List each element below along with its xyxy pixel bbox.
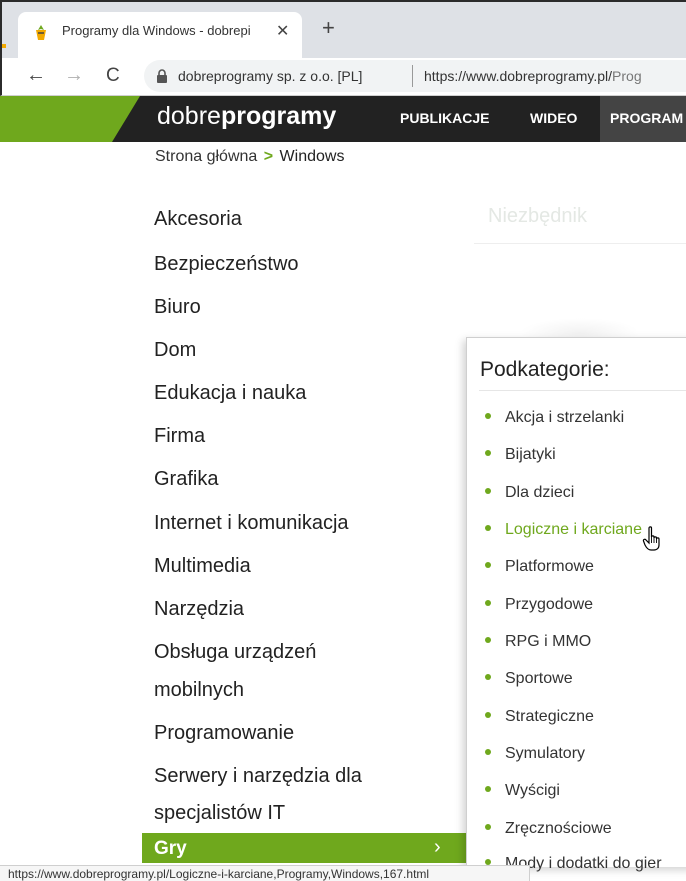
nav-publikacje[interactable]: PUBLIKACJE [400, 110, 489, 126]
category-item-continued[interactable]: mobilnych [154, 674, 244, 706]
logo-bold: programy [220, 102, 337, 130]
lock-icon [157, 69, 167, 83]
address-bar[interactable]: dobreprogramy sp. z o.o. [PL] https://ww… [144, 60, 686, 92]
subcategory-label: Strategiczne [505, 708, 594, 725]
category-item[interactable]: Internet i komunikacja [154, 507, 349, 539]
subcategory-label: Przygodowe [505, 596, 594, 613]
category-item[interactable]: Edukacja i nauka [154, 377, 306, 409]
side-box-title: Niezbędnik [488, 205, 587, 227]
subcategory-item[interactable]: RPG i MMO [485, 632, 591, 652]
breadcrumb-current[interactable]: Windows [280, 148, 345, 165]
browser-tabstrip: Programy dla Windows - dobrepi ✕ + [0, 0, 686, 60]
category-item-active[interactable]: Gry › [142, 833, 466, 863]
subcategory-item-hovered[interactable]: Logiczne i karciane [485, 520, 642, 540]
forward-button[interactable]: → [64, 64, 84, 87]
bullet-icon [485, 487, 491, 494]
bullet-icon [485, 449, 491, 456]
subcategory-item[interactable]: Sportowe [485, 669, 573, 689]
back-button[interactable]: ← [26, 64, 46, 87]
brand-accent [0, 96, 140, 142]
chevron-right-icon: › [434, 836, 441, 858]
subcategory-label: Akcja i strzelanki [505, 409, 625, 426]
new-tab-button[interactable]: + [322, 15, 335, 41]
category-item[interactable]: Grafika [154, 463, 218, 495]
subcategory-item[interactable]: Platformowe [485, 557, 594, 577]
category-item[interactable]: Biuro [154, 291, 201, 323]
bullet-icon [485, 673, 491, 680]
category-item[interactable]: Narzędzia [154, 593, 244, 625]
bullet-icon [485, 711, 491, 718]
subcategory-label: Wyścigi [505, 782, 560, 799]
favicon-icon [36, 25, 46, 40]
subcategory-label: RPG i MMO [505, 633, 592, 650]
bullet-icon [485, 823, 491, 830]
bullet-icon [485, 599, 491, 606]
side-box-divider [474, 243, 686, 244]
subcategory-item[interactable]: Strategiczne [485, 707, 594, 727]
bullet-icon [485, 412, 491, 419]
subcategory-label: Sportowe [505, 670, 573, 687]
category-item[interactable]: Serwery i narzędzia dla [154, 760, 362, 792]
bullet-icon [485, 636, 491, 643]
window-indicator [2, 44, 6, 48]
subcategory-label: Symulatory [505, 745, 586, 762]
category-item[interactable]: Bezpieczeństwo [154, 248, 299, 280]
browser-tab[interactable]: Programy dla Windows - dobrepi ✕ [18, 12, 302, 60]
subcategory-label: Dla dzieci [505, 484, 575, 501]
bullet-icon [485, 748, 491, 755]
bullet-icon [485, 524, 491, 531]
category-item-continued[interactable]: specjalistów IT [154, 797, 285, 829]
subcategory-item[interactable]: Symulatory [485, 744, 585, 764]
subcategory-item[interactable]: Dla dzieci [485, 483, 574, 503]
active-category-label: Gry [154, 838, 187, 859]
nav-wideo[interactable]: WIDEO [530, 110, 577, 126]
site-identity: dobreprogramy sp. z o.o. [PL] [178, 68, 363, 84]
subcategory-title: Podkategorie: [480, 358, 610, 381]
tab-close-icon[interactable]: ✕ [276, 21, 289, 41]
subcategory-label: Zręcznościowe [505, 820, 612, 837]
pointer-cursor-icon [642, 526, 660, 551]
breadcrumb-home[interactable]: Strona główna [155, 148, 257, 165]
site-header: dobreprogramy PUBLIKACJE WIDEO PROGRAM [0, 96, 686, 142]
subcategory-item[interactable]: Przygodowe [485, 595, 593, 615]
status-bar: https://www.dobreprogramy.pl/Logiczne-i-… [0, 865, 530, 881]
nav-programy[interactable]: PROGRAM [600, 96, 686, 142]
category-item[interactable]: Programowanie [154, 717, 294, 749]
browser-toolbar: ← → C dobreprogramy sp. z o.o. [PL] http… [0, 58, 686, 96]
url-host: https://www.dobreprogramy.pl/ [424, 68, 613, 84]
bullet-icon [485, 785, 491, 792]
logo-light: dobre [157, 102, 221, 130]
url-text[interactable]: https://www.dobreprogramy.pl/Prog [424, 68, 642, 84]
category-item[interactable]: Obsługa urządzeń [154, 636, 316, 668]
subcategory-item[interactable]: Wyścigi [485, 781, 560, 801]
site-logo[interactable]: dobreprogramy [157, 102, 336, 131]
tab-title: Programy dla Windows - dobrepi [62, 23, 251, 38]
bullet-icon [485, 561, 491, 568]
subcategory-item[interactable]: Zręcznościowe [485, 819, 612, 839]
subcategory-label: Bijatyki [505, 446, 556, 463]
subcategory-item[interactable]: Akcja i strzelanki [485, 408, 624, 428]
category-item[interactable]: Firma [154, 420, 205, 452]
breadcrumb-separator: > [263, 148, 274, 165]
subcategory-panel: Podkategorie: Akcja i strzelanki Bijatyk… [466, 337, 686, 872]
subcategory-label: Logiczne i karciane [505, 521, 642, 538]
category-item[interactable]: Multimedia [154, 550, 251, 582]
subcategory-label: Platformowe [505, 558, 594, 575]
subcategory-divider [479, 390, 686, 391]
url-separator [412, 65, 413, 87]
url-path: Prog [612, 68, 642, 84]
bullet-icon [485, 858, 491, 865]
category-item[interactable]: Akcesoria [154, 203, 242, 235]
category-item[interactable]: Dom [154, 334, 196, 366]
status-url: https://www.dobreprogramy.pl/Logiczne-i-… [8, 867, 430, 881]
reload-button[interactable]: C [106, 65, 120, 87]
breadcrumb: Strona główna > Windows [155, 148, 344, 166]
subcategory-item[interactable]: Bijatyki [485, 445, 556, 465]
